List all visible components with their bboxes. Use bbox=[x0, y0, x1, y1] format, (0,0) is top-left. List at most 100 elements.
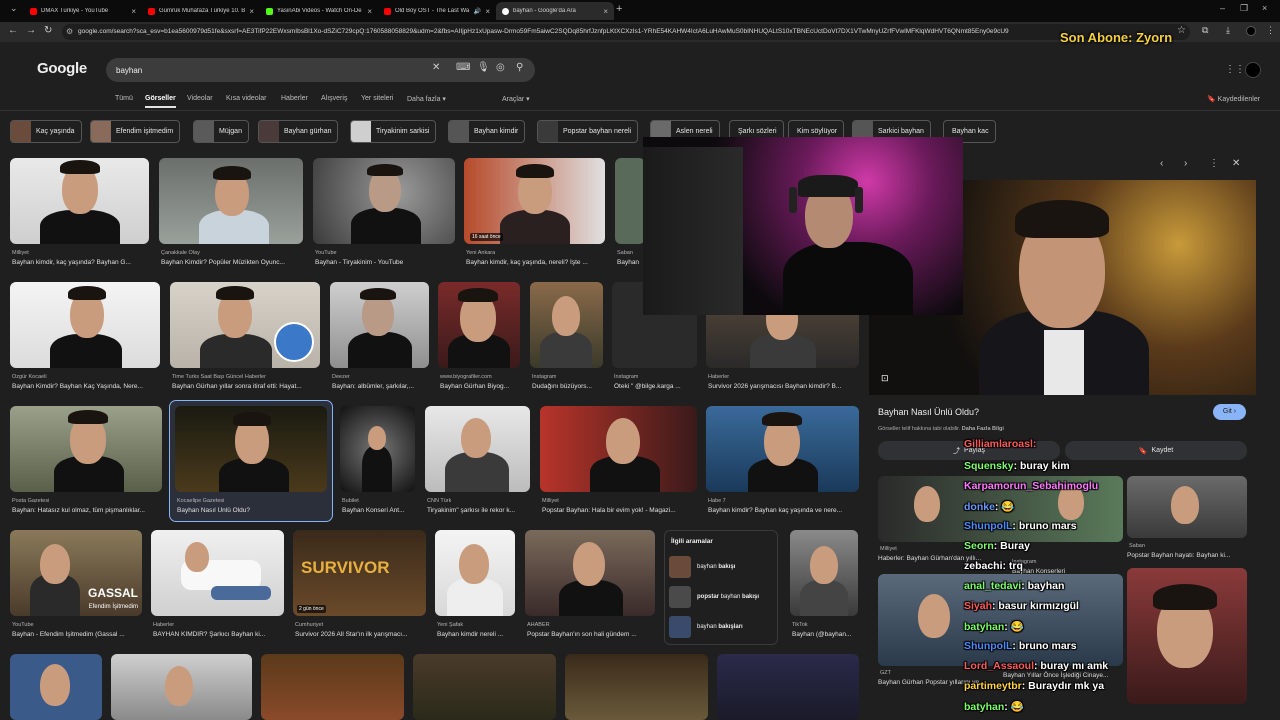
result-caption[interactable]: Survivor 2026 All Star'ın ilk yarışmacı.… bbox=[295, 631, 426, 638]
result-caption[interactable]: Bayhan Gürhan Biyog... bbox=[440, 383, 520, 390]
result-thumbnail[interactable] bbox=[330, 282, 429, 368]
refine-chip[interactable]: Bayhan kimdir bbox=[448, 120, 526, 143]
extensions-icon[interactable]: ⧉ bbox=[1202, 25, 1208, 36]
result-caption[interactable]: Bayhan kimdir nereli ... bbox=[437, 631, 515, 638]
new-tab-icon[interactable]: + bbox=[616, 3, 622, 15]
browser-profile-avatar[interactable] bbox=[1246, 26, 1256, 36]
result-caption[interactable]: BAYHAN KİMDİR? Şarkıcı Bayhan ki... bbox=[153, 631, 284, 638]
result-caption[interactable]: Popstar Bayhan'ın son hali gündem ... bbox=[527, 631, 655, 638]
result-thumbnail[interactable] bbox=[340, 406, 415, 492]
result-thumbnail[interactable]: GASSAL Efendim İşitmedim bbox=[10, 530, 142, 616]
tab-search-icon[interactable]: ⌄ bbox=[10, 3, 18, 14]
result-caption[interactable]: Öteki " @bilge.karga ... bbox=[614, 383, 697, 390]
result-thumbnail[interactable] bbox=[706, 406, 859, 492]
tools-button[interactable]: Araçlar ▾ bbox=[502, 95, 530, 103]
result-thumbnail[interactable] bbox=[540, 406, 697, 492]
result-thumbnail[interactable] bbox=[313, 158, 455, 244]
result-caption[interactable]: Survivor 2026 yarışmacısı Bayhan kimdir?… bbox=[708, 383, 858, 390]
result-thumbnail[interactable]: 16 saat önce bbox=[464, 158, 605, 244]
visit-button[interactable]: Git › bbox=[1213, 404, 1246, 420]
browser-tab[interactable]: DMAX Turkiye - YouTube × bbox=[24, 2, 142, 20]
related-item[interactable]: bayhan bakışı bbox=[669, 556, 773, 578]
result-thumbnail[interactable] bbox=[10, 406, 162, 492]
preview-title[interactable]: Bayhan Nasıl Ünlü Oldu? bbox=[878, 407, 979, 417]
tab-all[interactable]: Tümü bbox=[115, 95, 133, 102]
result-thumbnail[interactable] bbox=[435, 530, 515, 616]
close-window-icon[interactable]: × bbox=[1262, 3, 1267, 13]
result-caption[interactable]: Bayhan kimdir, kaç yaşında? Bayhan G... bbox=[12, 259, 148, 266]
search-input[interactable] bbox=[116, 63, 416, 77]
close-tab-icon[interactable]: × bbox=[367, 7, 372, 16]
result-caption[interactable]: Bayhan Gürhan yıllar sonra itiraf etti: … bbox=[172, 383, 320, 390]
result-thumbnail[interactable] bbox=[525, 530, 655, 616]
result-caption[interactable]: Bayhan: albümler, şarkılar,... bbox=[332, 383, 429, 390]
clear-icon[interactable]: ✕ bbox=[432, 62, 440, 73]
close-panel-icon[interactable]: ✕ bbox=[1232, 158, 1240, 169]
refine-chip[interactable]: Bayhan gürhan bbox=[258, 120, 339, 143]
result-thumbnail[interactable] bbox=[261, 654, 404, 720]
search-icon[interactable]: ⚲ bbox=[516, 62, 523, 73]
result-thumbnail[interactable] bbox=[10, 158, 149, 244]
mic-icon[interactable]: 🎙 bbox=[477, 62, 490, 73]
bookmark-star-icon[interactable]: ☆ bbox=[1177, 25, 1186, 36]
refine-chip[interactable]: Popstar bayhan nereli bbox=[537, 120, 639, 143]
tab-web[interactable]: Yer siteleri bbox=[361, 95, 393, 102]
result-thumbnail[interactable] bbox=[170, 282, 320, 368]
lens-search-icon[interactable]: ⊡ bbox=[881, 373, 889, 384]
similar-caption[interactable]: Popstar Bayhan hayatı: Bayhan ki... bbox=[1127, 552, 1230, 559]
related-item[interactable]: bayhan bakışları bbox=[669, 616, 773, 638]
tab-more[interactable]: Daha fazla ▾ bbox=[407, 95, 446, 103]
result-thumbnail[interactable] bbox=[790, 530, 858, 616]
similar-image[interactable] bbox=[1127, 476, 1247, 538]
tab-short-videos[interactable]: Kısa videolar bbox=[226, 95, 266, 102]
back-icon[interactable]: ← bbox=[8, 25, 18, 36]
refine-chip[interactable]: Efendim işitmedim bbox=[90, 120, 181, 143]
lens-icon[interactable]: ◎ bbox=[496, 62, 505, 73]
result-thumbnail[interactable] bbox=[615, 158, 645, 244]
site-info-icon[interactable]: ⚙ bbox=[66, 27, 73, 36]
result-caption[interactable]: Bayhan kimdir, kaç yaşında, nereli? İşte… bbox=[466, 259, 606, 266]
tab-news[interactable]: Haberler bbox=[281, 95, 308, 102]
result-thumbnail[interactable] bbox=[10, 654, 102, 720]
result-thumbnail[interactable] bbox=[530, 282, 603, 368]
result-caption[interactable]: Bayhan: Hatasız kul olmaz, tüm pişmanlık… bbox=[12, 507, 162, 514]
related-item[interactable]: popstar bayhan bakışı bbox=[669, 586, 773, 608]
browser-tab[interactable]: YasinAbi Videos - Watch On-De × bbox=[260, 2, 378, 20]
result-caption[interactable]: Bayhan - Efendim İşitmedim (Gassal ... bbox=[12, 631, 142, 638]
tab-images[interactable]: Görseller bbox=[145, 95, 176, 108]
result-caption[interactable]: Popstar Bayhan: Hala bir evim yok! - Mag… bbox=[542, 507, 697, 514]
close-tab-icon[interactable]: × bbox=[131, 7, 136, 16]
result-thumbnail[interactable] bbox=[438, 282, 520, 368]
saved-link[interactable]: 🔖 Kaydedilenler bbox=[1207, 95, 1260, 103]
result-caption[interactable]: Bayhan - Tiryakinim - YouTube bbox=[315, 259, 455, 266]
keyboard-icon[interactable]: ⌨ bbox=[456, 62, 470, 73]
browser-menu-icon[interactable]: ⋮ bbox=[1266, 25, 1275, 36]
maximize-icon[interactable]: ❐ bbox=[1240, 3, 1248, 14]
result-thumbnail[interactable] bbox=[717, 654, 859, 720]
result-caption[interactable]: Bayhan kimdir? Bayhan kaç yaşında ve ner… bbox=[708, 507, 858, 514]
result-caption[interactable]: Bayhan (@bayhan... bbox=[792, 631, 858, 638]
result-thumbnail[interactable] bbox=[425, 406, 530, 492]
result-thumbnail[interactable] bbox=[111, 654, 252, 720]
image-result-selected[interactable]: Kocaelipe Gazetesi Bayhan Nasıl Ünlü Old… bbox=[169, 400, 333, 522]
result-thumbnail[interactable] bbox=[10, 282, 160, 368]
result-caption[interactable]: Bayhan Kimdir? Popüler Müzikten Oyunc... bbox=[161, 259, 303, 266]
result-caption[interactable]: Tiryakinim" şarkısı ile rekor k... bbox=[427, 507, 530, 514]
apps-grid-icon[interactable]: ⋮⋮ bbox=[1225, 64, 1245, 75]
similar-image[interactable] bbox=[1127, 568, 1247, 704]
google-account-avatar[interactable] bbox=[1245, 62, 1261, 78]
refine-chip[interactable]: Tiryakinim sarkisi bbox=[350, 120, 437, 143]
close-tab-icon[interactable]: × bbox=[249, 7, 254, 16]
browser-tab-active[interactable]: bayhan - Google'da Ara × bbox=[496, 2, 614, 20]
result-caption[interactable]: Dudağını büzüyors... bbox=[532, 383, 603, 390]
downloads-icon[interactable]: ⤓ bbox=[1226, 25, 1230, 36]
result-thumbnail[interactable] bbox=[159, 158, 303, 244]
next-icon[interactable]: › bbox=[1184, 158, 1187, 169]
close-tab-icon[interactable]: × bbox=[603, 7, 608, 16]
browser-tab[interactable]: Gümrük Muhafaza Türkiye 10. B × bbox=[142, 2, 260, 20]
forward-icon[interactable]: → bbox=[26, 25, 36, 36]
learn-more-link[interactable]: Daha Fazla Bilgi bbox=[962, 426, 1004, 432]
reload-icon[interactable]: ↻ bbox=[44, 25, 52, 36]
minimize-icon[interactable]: – bbox=[1220, 3, 1225, 13]
result-caption[interactable]: Bayhan Konseri Ant... bbox=[342, 507, 415, 514]
